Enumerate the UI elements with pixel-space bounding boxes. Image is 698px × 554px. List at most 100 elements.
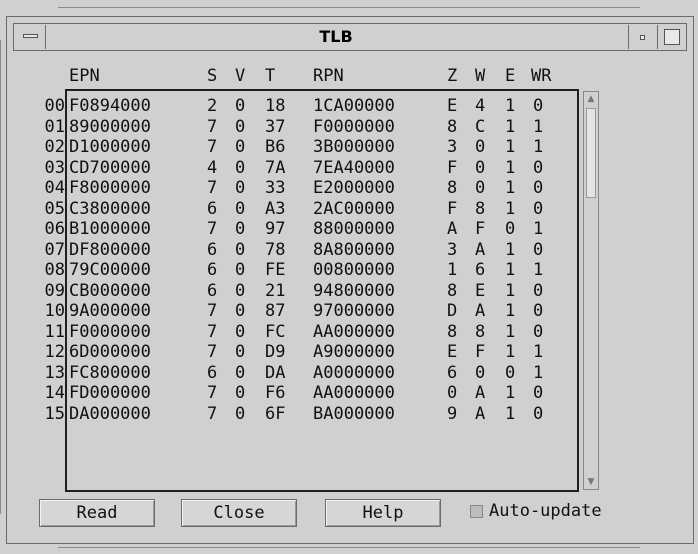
cell-epn: CB000000 <box>69 280 151 301</box>
close-button[interactable]: Close <box>181 499 297 527</box>
table-row[interactable]: CD700000 4 0 7A 7EA40000 F 0 1 0 <box>67 158 575 179</box>
cell-s: 7 <box>207 178 218 198</box>
minimize-icon <box>640 35 645 40</box>
cell-w: 8 <box>475 321 486 342</box>
cell-e: 1 <box>505 157 516 178</box>
table-row[interactable]: 9A000000 7 0 87 97000000 D A 1 0 <box>67 301 575 322</box>
cell-epn: D1000000 <box>69 137 151 157</box>
cell-t: F6 <box>265 383 286 403</box>
row-number: 05 <box>44 198 65 219</box>
cell-epn: B1000000 <box>69 219 151 239</box>
cell-s: 7 <box>207 301 218 321</box>
cell-e: 1 <box>505 301 516 321</box>
cell-e: 1 <box>505 137 516 157</box>
cell-s: 7 <box>207 403 218 424</box>
row-number: 10 <box>44 301 65 321</box>
cell-s: 2 <box>207 96 218 116</box>
cell-e: 1 <box>505 96 516 116</box>
cell-s: 7 <box>207 137 218 157</box>
scroll-down-arrow-icon[interactable]: ▼ <box>585 476 597 488</box>
cell-z: 8 <box>447 321 458 342</box>
table-row[interactable]: 89000000 7 0 37 F0000000 8 C 1 1 <box>67 117 575 138</box>
cell-wr: 0 <box>533 403 544 424</box>
column-header-wr: WR <box>531 66 552 86</box>
cell-w: A <box>475 383 486 403</box>
auto-update-checkbox[interactable] <box>470 505 483 518</box>
table-row[interactable]: F8000000 7 0 33 E2000000 8 0 1 0 <box>67 178 575 199</box>
cell-rpn: AA000000 <box>313 383 395 403</box>
cell-rpn: A0000000 <box>313 362 395 383</box>
tlb-table[interactable]: F0894000 2 0 18 1CA00000 E 4 1 0 89000000 7 0 37 F000… <box>65 89 579 492</box>
cell-t: 97 <box>265 219 286 239</box>
table-row[interactable]: F0000000 7 0 FC AA000000 8 8 1 0 <box>67 322 575 343</box>
cell-z: E <box>447 96 458 116</box>
cell-wr: 1 <box>533 137 544 157</box>
read-button[interactable]: Read <box>39 499 155 527</box>
cell-rpn: 3B000000 <box>313 137 395 157</box>
table-row[interactable]: CB000000 6 0 21 94800000 8 E 1 0 <box>67 281 575 302</box>
tlb-window: TLB EPN S V T RPN Z W E WR 00 01 02 03 04 05 06 07 08 09 1… <box>6 16 694 544</box>
cell-epn: DA000000 <box>69 403 151 424</box>
cell-rpn: 00800000 <box>313 260 395 280</box>
cell-wr: 0 <box>533 321 544 342</box>
title-bar[interactable]: TLB <box>13 23 687 51</box>
window-menu-button[interactable] <box>15 25 46 49</box>
cell-z: 1 <box>447 260 458 280</box>
vertical-scrollbar[interactable]: ▲ ▼ <box>583 91 599 490</box>
table-row[interactable]: F0894000 2 0 18 1CA00000 E 4 1 0 <box>67 96 575 117</box>
row-number: 03 <box>44 157 65 178</box>
cell-wr: 1 <box>533 116 544 137</box>
table-row[interactable]: C3800000 6 0 A3 2AC00000 F 8 1 0 <box>67 199 575 220</box>
cell-v: 0 <box>235 383 246 403</box>
cell-rpn: 8A800000 <box>313 239 395 260</box>
cell-epn: FC800000 <box>69 362 151 383</box>
column-header-t: T <box>265 66 276 86</box>
help-button[interactable]: Help <box>325 499 441 527</box>
window-menu-icon <box>23 34 38 38</box>
cell-rpn: 2AC00000 <box>313 198 395 219</box>
row-number: 07 <box>44 239 65 260</box>
table-row[interactable]: DF800000 6 0 78 8A800000 3 A 1 0 <box>67 240 575 261</box>
table-row[interactable]: DA000000 7 0 6F BA000000 9 A 1 0 <box>67 404 575 425</box>
cell-v: 0 <box>235 137 246 157</box>
cell-v: 0 <box>235 116 246 137</box>
cell-s: 7 <box>207 116 218 137</box>
table-row[interactable]: FD000000 7 0 F6 AA000000 0 A 1 0 <box>67 383 575 404</box>
column-header-epn: EPN <box>69 66 100 86</box>
cell-z: 3 <box>447 137 458 157</box>
cell-z: 8 <box>447 116 458 137</box>
cell-v: 0 <box>235 362 246 383</box>
table-row[interactable]: FC800000 6 0 DA A0000000 6 0 0 1 <box>67 363 575 384</box>
table-row[interactable]: 79C00000 6 0 FE 00800000 1 6 1 1 <box>67 260 575 281</box>
cell-s: 7 <box>207 383 218 403</box>
cell-v: 0 <box>235 260 246 280</box>
cell-w: 0 <box>475 137 486 157</box>
cell-s: 6 <box>207 260 218 280</box>
cell-z: D <box>447 301 458 321</box>
cell-wr: 0 <box>533 280 544 301</box>
table-row[interactable]: D1000000 7 0 B6 3B000000 3 0 1 1 <box>67 137 575 158</box>
cell-wr: 0 <box>533 198 544 219</box>
cell-z: A <box>447 219 458 239</box>
cell-w: A <box>475 301 486 321</box>
cell-t: DA <box>265 362 286 383</box>
table-row[interactable]: 6D000000 7 0 D9 A9000000 E F 1 1 <box>67 342 575 363</box>
cell-rpn: 1CA00000 <box>313 96 395 116</box>
cell-w: F <box>475 219 486 239</box>
cell-w: E <box>475 280 486 301</box>
auto-update-label[interactable]: Auto-update <box>489 499 602 523</box>
cell-z: 9 <box>447 403 458 424</box>
cell-w: 4 <box>475 96 486 116</box>
scroll-up-arrow-icon[interactable]: ▲ <box>585 93 597 105</box>
cell-w: 0 <box>475 178 486 198</box>
cell-e: 0 <box>505 362 516 383</box>
scroll-thumb[interactable] <box>586 108 596 198</box>
cell-v: 0 <box>235 342 246 362</box>
cell-w: A <box>475 403 486 424</box>
cell-t: 7A <box>265 157 286 178</box>
cell-t: FC <box>265 321 286 342</box>
table-row[interactable]: B1000000 7 0 97 88000000 A F 0 1 <box>67 219 575 240</box>
minimize-button[interactable] <box>628 25 656 49</box>
cell-e: 1 <box>505 239 516 260</box>
maximize-button[interactable] <box>657 25 685 49</box>
